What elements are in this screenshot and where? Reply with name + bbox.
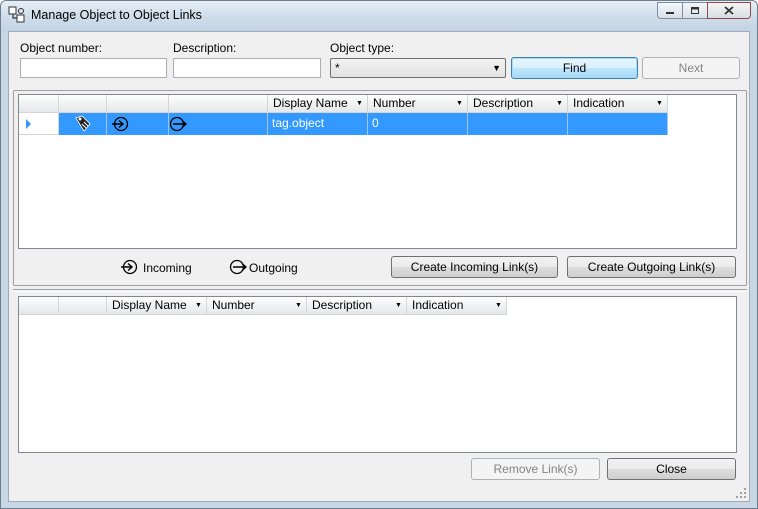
outgoing-column-header xyxy=(169,95,268,113)
close-window-button[interactable] xyxy=(707,2,751,19)
column-header-label: Description xyxy=(312,298,373,312)
resize-grip-icon[interactable] xyxy=(735,487,747,499)
table-row-incoming-cell[interactable] xyxy=(107,113,169,135)
table-cell-description[interactable] xyxy=(468,113,568,135)
column-header-label: Number xyxy=(212,298,255,312)
close-icon xyxy=(724,6,734,15)
column-header-number[interactable]: Number ▼ xyxy=(207,297,307,315)
filter-dropdown-icon[interactable]: ▼ xyxy=(554,98,565,109)
column-header-label: Indication xyxy=(573,96,625,110)
description-input[interactable] xyxy=(173,58,321,78)
object-type-label: Object type: xyxy=(330,41,395,55)
links-grid[interactable]: Display Name ▼ Number ▼ Description ▼ In… xyxy=(18,296,737,453)
incoming-legend-label: Incoming xyxy=(143,261,192,275)
column-header-display-name[interactable]: Display Name ▼ xyxy=(268,95,368,113)
table-cell-number[interactable]: 0 xyxy=(368,113,468,135)
column-header-label: Description xyxy=(473,96,534,110)
direction-column-header xyxy=(59,297,107,315)
filter-dropdown-icon[interactable]: ▼ xyxy=(393,300,404,311)
table-row-outgoing-cell[interactable] xyxy=(169,113,268,135)
chevron-down-icon: ▼ xyxy=(492,63,501,73)
object-type-select[interactable]: * ▼ xyxy=(330,58,506,78)
column-header-indication[interactable]: Indication ▼ xyxy=(407,297,507,315)
table-row-image-cell[interactable] xyxy=(59,113,107,135)
remove-links-button[interactable]: Remove Link(s) xyxy=(471,458,600,480)
column-header-label: Indication xyxy=(412,298,464,312)
object-links-app-icon xyxy=(8,6,25,23)
title-bar[interactable]: Manage Object to Object Links xyxy=(1,1,757,31)
dialog-client-area: Object number: Description: Object type:… xyxy=(8,31,750,502)
incoming-column-header xyxy=(107,95,169,113)
outgoing-link-icon xyxy=(229,259,247,275)
column-header-label: Number xyxy=(373,96,416,110)
objects-grid[interactable]: Display Name ▼ Number ▼ Description ▼ In… xyxy=(18,94,737,249)
window-title: Manage Object to Object Links xyxy=(31,8,202,22)
column-header-label: Display Name xyxy=(273,96,348,110)
dialog-window: Manage Object to Object Links Object num… xyxy=(0,0,758,509)
outgoing-legend-label: Outgoing xyxy=(249,261,298,275)
minimize-button[interactable] xyxy=(657,2,683,19)
filter-dropdown-icon[interactable]: ▼ xyxy=(493,300,504,311)
description-label: Description: xyxy=(173,41,237,55)
column-header-description[interactable]: Description ▼ xyxy=(307,297,407,315)
filter-dropdown-icon[interactable]: ▼ xyxy=(654,98,665,109)
filter-dropdown-icon[interactable]: ▼ xyxy=(454,98,465,109)
splitter[interactable] xyxy=(13,289,747,292)
current-row-arrow-icon xyxy=(26,119,31,129)
object-number-label: Object number: xyxy=(20,41,103,55)
incoming-link-icon xyxy=(121,259,138,275)
table-cell-display-name[interactable]: tag.object xyxy=(268,113,368,135)
column-header-indication[interactable]: Indication ▼ xyxy=(568,95,668,113)
caption-buttons xyxy=(657,2,751,19)
outgoing-link-icon xyxy=(169,116,187,132)
column-header-label: Display Name xyxy=(112,298,187,312)
object-type-value: * xyxy=(335,61,340,75)
close-button[interactable]: Close xyxy=(607,458,736,480)
next-button[interactable]: Next xyxy=(642,57,740,79)
minimize-icon xyxy=(666,11,674,14)
create-outgoing-links-button[interactable]: Create Outgoing Link(s) xyxy=(567,256,736,278)
column-header-display-name[interactable]: Display Name ▼ xyxy=(107,297,207,315)
maximize-icon xyxy=(691,7,699,14)
filter-dropdown-icon[interactable]: ▼ xyxy=(354,98,365,109)
incoming-link-icon xyxy=(112,116,129,132)
find-button[interactable]: Find xyxy=(511,57,638,79)
table-cell-indication[interactable] xyxy=(568,113,668,135)
image-column-header xyxy=(59,95,107,113)
create-incoming-links-button[interactable]: Create Incoming Link(s) xyxy=(391,256,558,278)
tag-object-icon xyxy=(75,115,91,132)
object-number-input[interactable] xyxy=(20,58,167,78)
row-selector[interactable] xyxy=(19,113,59,135)
filter-dropdown-icon[interactable]: ▼ xyxy=(293,300,304,311)
grid-corner-header xyxy=(19,95,59,113)
filter-dropdown-icon[interactable]: ▼ xyxy=(193,300,204,311)
grid-corner-header xyxy=(19,297,59,315)
column-header-description[interactable]: Description ▼ xyxy=(468,95,568,113)
maximize-button[interactable] xyxy=(682,2,708,19)
column-header-number[interactable]: Number ▼ xyxy=(368,95,468,113)
